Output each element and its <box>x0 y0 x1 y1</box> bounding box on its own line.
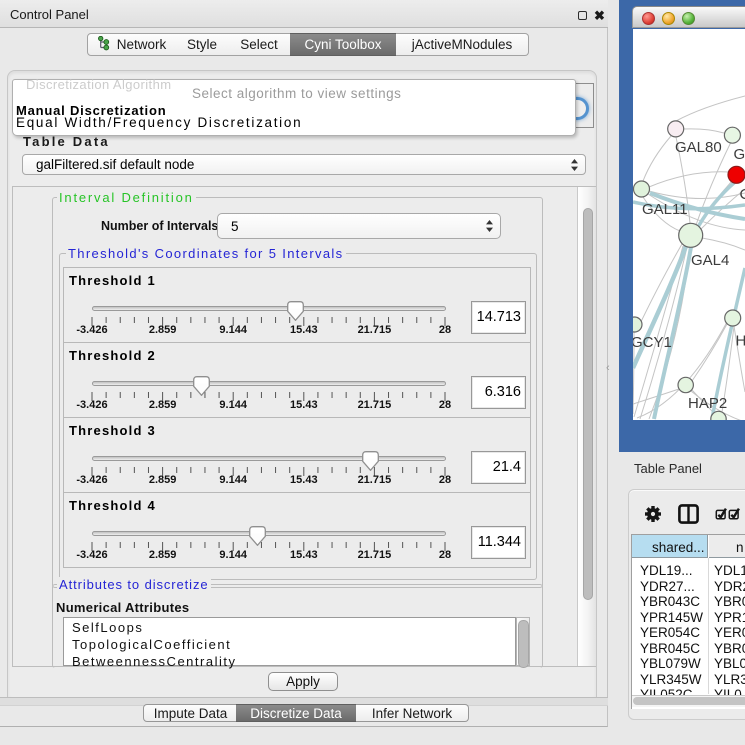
svg-text:C: C <box>740 186 745 203</box>
svg-text:GCY1: GCY1 <box>633 334 672 351</box>
svg-text:H: H <box>736 333 745 350</box>
svg-text:GAL11: GAL11 <box>642 201 688 218</box>
svg-text:GAL80: GAL80 <box>675 139 722 156</box>
svg-text:GAL4: GAL4 <box>691 252 729 269</box>
svg-text:GA: GA <box>734 146 745 163</box>
svg-text:HAP2: HAP2 <box>688 395 727 412</box>
